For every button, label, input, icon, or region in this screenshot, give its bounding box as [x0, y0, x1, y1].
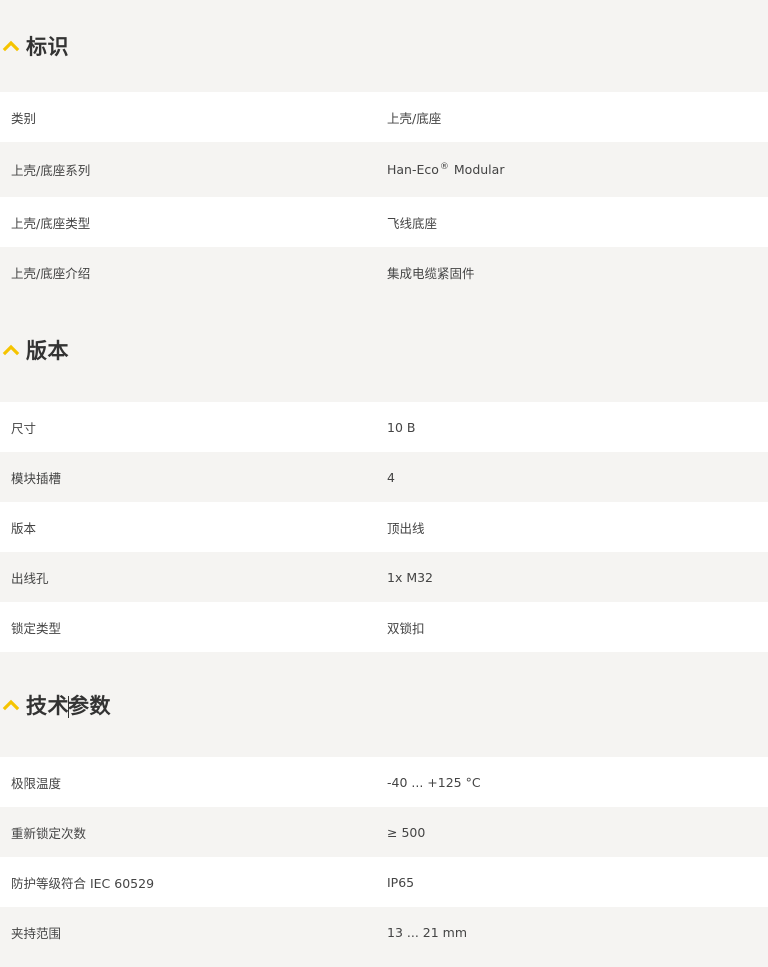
- section-title: 标识: [26, 35, 69, 59]
- section-technical-data: 技术参数 极限温度 -40 ... +125 °C 重新锁定次数 ≥ 500 防…: [0, 652, 768, 957]
- row-value: 双锁扣: [387, 620, 425, 636]
- row-value-main: Han-Eco: [387, 162, 439, 177]
- registered-mark: ®: [439, 162, 449, 172]
- row-label: 出线孔: [11, 570, 49, 586]
- section-title: 版本: [26, 338, 69, 363]
- row-value: 集成电缆紧固件: [387, 265, 475, 281]
- table-row: 上壳/底座系列 Han-Eco® Modular: [0, 142, 768, 197]
- row-label: 夹持范围: [11, 925, 62, 941]
- section-identification: 标识 类别 上壳/底座 上壳/底座系列 Han-Eco® Modular 上壳/…: [0, 0, 768, 297]
- section-header-technical-data[interactable]: 技术参数: [0, 652, 768, 757]
- row-value: 10 B: [387, 419, 416, 435]
- row-label: 重新锁定次数: [11, 825, 87, 841]
- chevron-up-icon: [2, 341, 20, 359]
- row-value: -40 ... +125 °C: [387, 774, 481, 790]
- section-header-version[interactable]: 版本: [0, 297, 768, 402]
- row-label: 模块插槽: [11, 470, 62, 486]
- row-value: 4: [387, 469, 395, 485]
- row-value-tail: Modular: [449, 162, 505, 177]
- row-label: 尺寸: [11, 420, 37, 436]
- table-row: 上壳/底座介绍 集成电缆紧固件: [0, 247, 768, 297]
- row-label: 上壳/底座类型: [11, 215, 91, 231]
- spec-table: 类别 上壳/底座 上壳/底座系列 Han-Eco® Modular 上壳/底座类…: [0, 92, 768, 297]
- row-label: 极限温度: [11, 775, 62, 791]
- section-header-identification[interactable]: 标识: [0, 0, 768, 92]
- table-row: 版本 顶出线: [0, 502, 768, 552]
- row-value: 13 ... 21 mm: [387, 924, 468, 940]
- row-value: Han-Eco® Modular: [387, 162, 768, 177]
- table-row: 锁定类型 双锁扣: [0, 602, 768, 652]
- row-label: 防护等级符合 IEC 60529: [11, 875, 155, 891]
- table-row: 类别 上壳/底座: [0, 92, 768, 142]
- row-label: 锁定类型: [11, 620, 62, 636]
- row-value: ≥ 500: [387, 824, 426, 840]
- chevron-up-icon: [2, 37, 20, 55]
- row-value: 飞线底座: [387, 215, 438, 231]
- row-label: 上壳/底座介绍: [11, 265, 91, 281]
- chevron-up-icon: [2, 696, 20, 714]
- spec-table: 尺寸 10 B 模块插槽 4 版本 顶出线 出线孔 1x M32 锁定类型 双锁…: [0, 402, 768, 652]
- section-version: 版本 尺寸 10 B 模块插槽 4 版本 顶出线 出线孔 1x M32 锁定类型…: [0, 297, 768, 652]
- section-title-part2: 参数: [68, 693, 111, 718]
- row-value: 顶出线: [387, 520, 425, 536]
- row-label: 上壳/底座系列: [11, 163, 91, 178]
- table-row: 尺寸 10 B: [0, 402, 768, 452]
- row-value: IP65: [387, 874, 415, 890]
- row-label: 类别: [11, 110, 37, 126]
- row-label: 版本: [11, 520, 37, 536]
- row-value: 1x M32: [387, 569, 434, 585]
- table-row: 夹持范围 13 ... 21 mm: [0, 907, 768, 957]
- table-row: 重新锁定次数 ≥ 500: [0, 807, 768, 857]
- row-value: 上壳/底座: [387, 110, 442, 126]
- table-row: 出线孔 1x M32: [0, 552, 768, 602]
- spec-table: 极限温度 -40 ... +125 °C 重新锁定次数 ≥ 500 防护等级符合…: [0, 757, 768, 957]
- section-title: 技术参数: [26, 690, 111, 720]
- section-title-part1: 技术: [26, 693, 69, 718]
- table-row: 防护等级符合 IEC 60529 IP65: [0, 857, 768, 907]
- table-row: 极限温度 -40 ... +125 °C: [0, 757, 768, 807]
- table-row: 模块插槽 4: [0, 452, 768, 502]
- table-row: 上壳/底座类型 飞线底座: [0, 197, 768, 247]
